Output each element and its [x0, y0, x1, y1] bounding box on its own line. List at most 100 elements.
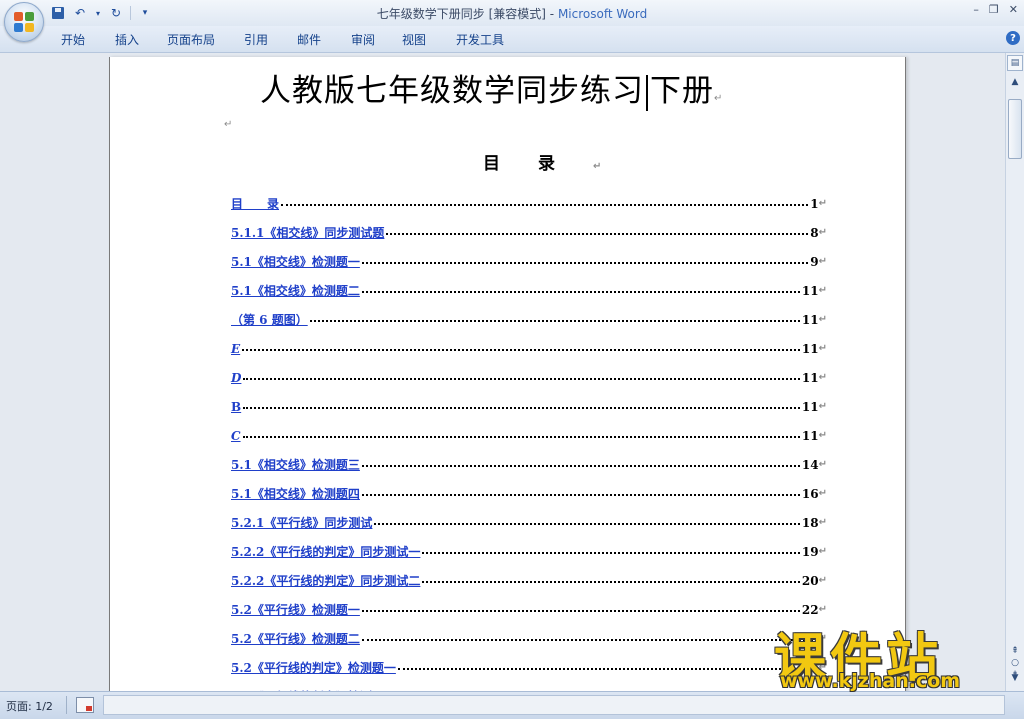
select-browse-object-icon[interactable]: ○ [1009, 657, 1021, 669]
document-page[interactable]: 人教版七年级数学同步练习 下册↵ ↵ 目录↵ 目 录 1 ↵ 5.1.1《相交线》同步测… [109, 57, 906, 691]
page-indicator[interactable]: 页面: 1/2 [6, 698, 53, 714]
toc-entry[interactable]: 5.2《平行线的判定》检测题二↵ [231, 682, 827, 691]
toc-entry-link[interactable]: 5.2.2《平行线的判定》同步测试一 [231, 543, 420, 560]
toc-entry[interactable]: C 11 ↵ [231, 421, 827, 450]
paragraph-mark-icon: ↵ [593, 161, 602, 172]
toc-dot-leader [397, 667, 817, 670]
toc-page-number: 22 [801, 602, 819, 617]
paragraph-mark-icon: ↵ [818, 546, 827, 557]
paragraph-mark-icon: ↵ [224, 119, 233, 130]
toc-entry[interactable]: 5.2《平行线的判定》检测题一 ↵ [231, 653, 827, 682]
toc-entry-link[interactable]: B [231, 400, 241, 414]
toc-entry[interactable]: 5.2《平行线》检测题一 22 ↵ [231, 595, 827, 624]
paragraph-mark-icon: ↵ [818, 198, 827, 209]
paragraph-mark-icon: ↵ [818, 575, 827, 586]
toc-entry[interactable]: 5.1《相交线》检测题二 11 ↵ [231, 276, 827, 305]
toc-entry[interactable]: 5.1《相交线》检测题一 9 ↵ [231, 247, 827, 276]
toc-dot-leader [309, 319, 800, 322]
toc-entry[interactable]: 5.1《相交线》检测题四 16 ↵ [231, 479, 827, 508]
status-bar: 页面: 1/2 [0, 691, 1024, 719]
tab-insert[interactable]: 插入 [115, 31, 139, 48]
paragraph-mark-icon: ↵ [818, 517, 827, 528]
toc-entry-link[interactable]: 5.2.2《平行线的判定》同步测试二 [231, 572, 420, 589]
tab-view[interactable]: 视图 [402, 31, 426, 48]
scroll-up-icon[interactable]: ▲ [1009, 77, 1021, 87]
toc-dot-leader [422, 551, 800, 554]
tab-page-layout[interactable]: 页面布局 [167, 31, 215, 48]
toc-page-number: 11 [801, 428, 819, 443]
toc-entry[interactable]: 5.2.2《平行线的判定》同步测试二 20 ↵ [231, 566, 827, 595]
toc-entry-link[interactable]: 5.2.1《平行线》同步测试 [231, 514, 372, 531]
toc-entry-link[interactable]: 5.1《相交线》检测题三 [231, 456, 360, 473]
paragraph-mark-icon: ↵ [818, 227, 827, 238]
toc-entry-link[interactable]: 5.2《平行线》检测题二 [231, 630, 360, 647]
toc-entry[interactable]: 目 录 1 ↵ [231, 189, 827, 218]
toc-page-number: 11 [801, 399, 819, 414]
paragraph-mark-icon: ↵ [818, 488, 827, 499]
toc-entry-link[interactable]: 5.2《平行线》检测题一 [231, 601, 360, 618]
previous-page-icon[interactable]: ⇞ [1009, 645, 1021, 657]
toc-entry-link[interactable]: （第 6 题图） [231, 311, 308, 328]
title-separator: - [545, 7, 558, 21]
tab-mailings[interactable]: 邮件 [297, 31, 321, 48]
toc-entry-link[interactable]: 目 录 [231, 195, 279, 212]
document-name: 七年级数学下册同步 [兼容模式] [376, 7, 546, 21]
view-ruler-icon[interactable]: ▤ [1007, 55, 1023, 71]
ribbon-tab-bar: 开始 插入 页面布局 引用 邮件 审阅 视图 开发工具 ? [0, 26, 1024, 53]
table-of-contents: 目 录 1 ↵ 5.1.1《相交线》同步测试题 8 ↵ 5.1《相交线》检测题一 9 ↵ 5.1《… [231, 189, 827, 692]
toc-page-number: 16 [801, 486, 819, 501]
tab-home[interactable]: 开始 [61, 31, 85, 48]
tab-developer[interactable]: 开发工具 [456, 31, 504, 48]
close-icon[interactable]: ✕ [1009, 3, 1018, 16]
toc-page-number: 1 [810, 196, 819, 211]
toc-entry-link[interactable]: 5.1《相交线》检测题四 [231, 485, 360, 502]
toc-entry[interactable]: B 11 ↵ [231, 392, 827, 421]
toc-entry[interactable]: 5.2.2《平行线的判定》同步测试一 19 ↵ [231, 537, 827, 566]
toc-entry-link[interactable]: 5.1.1《相交线》同步测试题 [231, 224, 384, 241]
toc-page-number: 11 [801, 370, 819, 385]
toc-dot-leader [361, 290, 800, 293]
toc-page-number: 11 [801, 341, 819, 356]
tab-review[interactable]: 审阅 [351, 31, 375, 48]
toc-page-number: 9 [810, 254, 819, 269]
toc-dot-leader [281, 203, 809, 206]
vertical-scrollbar[interactable]: ▤ ▲ ⇞ ○ ⇟ ▼ [1005, 53, 1024, 691]
toc-entry[interactable]: 5.1《相交线》检测题三 14 ↵ [231, 450, 827, 479]
toc-entry[interactable]: 5.2《平行线》检测题二 ↵ [231, 624, 827, 653]
document-workspace: 人教版七年级数学同步练习 下册↵ ↵ 目录↵ 目 录 1 ↵ 5.1.1《相交线》同步测… [0, 53, 1006, 691]
paragraph-mark-icon: ↵ [818, 459, 827, 470]
toc-dot-leader [242, 435, 800, 438]
scroll-down-icon[interactable]: ▼ [1009, 673, 1021, 683]
toc-dot-leader [361, 638, 817, 641]
toc-dot-leader [243, 377, 800, 380]
toc-entry-link[interactable]: D [231, 371, 241, 385]
text-cursor [646, 74, 648, 111]
toc-entry-link[interactable]: E [231, 342, 240, 356]
toc-entry-link[interactable]: 5.2《平行线的判定》检测题一 [231, 659, 396, 676]
toc-entry[interactable]: D 11 ↵ [231, 363, 827, 392]
horizontal-scrollbar[interactable] [103, 695, 1005, 715]
toc-entry-link[interactable]: 5.1《相交线》检测题一 [231, 253, 360, 270]
help-icon[interactable]: ? [1006, 31, 1020, 45]
toc-dot-leader [243, 406, 800, 409]
paragraph-mark-icon: ↵ [818, 314, 827, 325]
toc-dot-leader [361, 493, 800, 496]
document-title-part1: 人教版七年级数学同步练习 [260, 73, 644, 109]
paragraph-mark-icon: ↵ [818, 604, 827, 615]
tab-references[interactable]: 引用 [244, 31, 268, 48]
paragraph-mark-icon: ↵ [818, 256, 827, 267]
toc-entry-link[interactable]: C [231, 429, 241, 443]
toc-entry[interactable]: 5.1.1《相交线》同步测试题 8 ↵ [231, 218, 827, 247]
toc-entry[interactable]: E 11 ↵ [231, 334, 827, 363]
minimize-icon[interactable]: – [973, 3, 979, 16]
toc-entry-link[interactable]: 5.1《相交线》检测题二 [231, 282, 360, 299]
toc-entry[interactable]: （第 6 题图） 11 ↵ [231, 305, 827, 334]
restore-icon[interactable]: ❐ [989, 3, 999, 16]
scroll-thumb[interactable] [1008, 99, 1022, 159]
proofing-errors-icon[interactable] [76, 697, 94, 713]
window-controls: – ❐ ✕ [973, 3, 1018, 16]
office-button[interactable] [4, 2, 44, 42]
toc-entry[interactable]: 5.2.1《平行线》同步测试 18 ↵ [231, 508, 827, 537]
watermark-url: www.kjzhan.com [780, 670, 961, 692]
document-title[interactable]: 人教版七年级数学同步练习 下册↵ [260, 65, 723, 111]
